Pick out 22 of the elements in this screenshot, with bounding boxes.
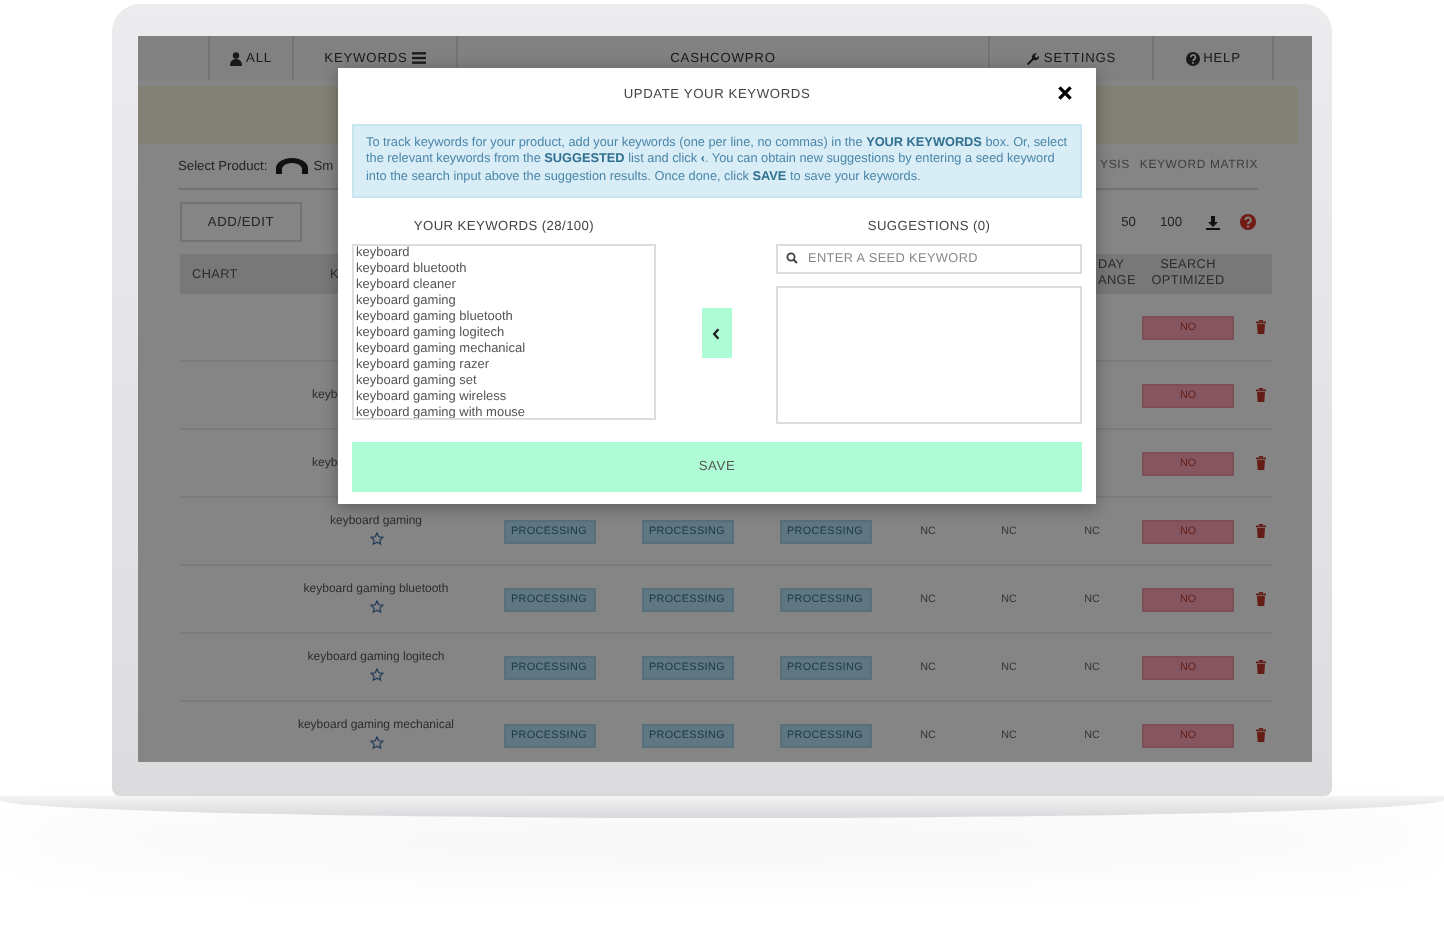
trash-icon[interactable] xyxy=(1255,320,1265,334)
trash-icon[interactable] xyxy=(1255,388,1265,402)
trash-icon[interactable] xyxy=(1255,524,1265,538)
close-icon[interactable] xyxy=(1058,86,1072,100)
star-icon[interactable] xyxy=(369,532,383,546)
chevron-left-icon xyxy=(712,327,720,340)
headphones-image xyxy=(273,156,310,176)
user-icon xyxy=(230,51,243,65)
add-suggested-button[interactable] xyxy=(701,308,731,359)
download-icon[interactable] xyxy=(1206,215,1220,229)
trash-icon[interactable] xyxy=(1255,592,1265,606)
trash-icon[interactable] xyxy=(1255,660,1265,674)
star-icon[interactable] xyxy=(369,668,383,682)
menu-icon xyxy=(411,52,426,64)
search-icon xyxy=(786,252,798,265)
trash-icon[interactable] xyxy=(1255,728,1265,742)
help-icon[interactable] xyxy=(1240,214,1256,230)
star-icon[interactable] xyxy=(369,736,383,750)
trash-icon[interactable] xyxy=(1255,456,1265,470)
wrench-icon xyxy=(1025,51,1040,65)
star-icon[interactable] xyxy=(369,600,383,614)
help-icon xyxy=(1185,51,1200,65)
